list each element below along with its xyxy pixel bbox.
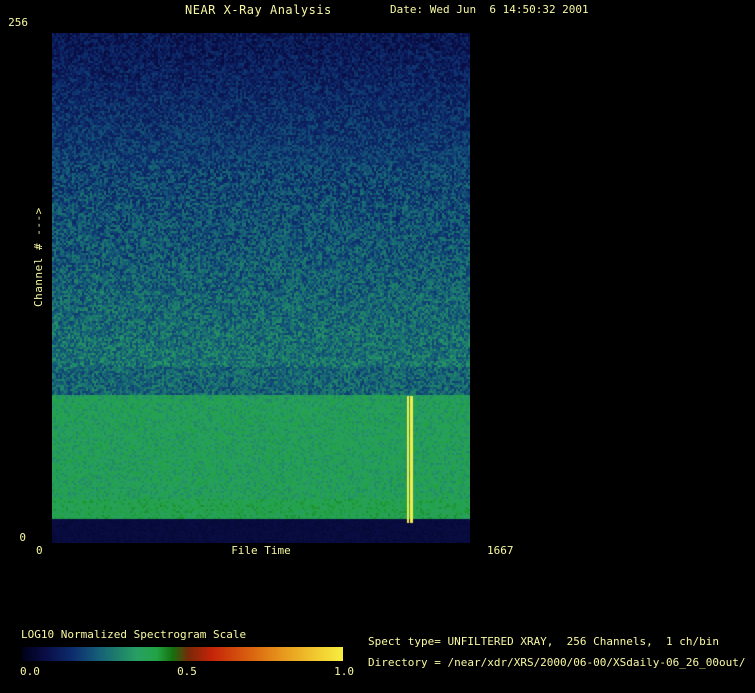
x-axis-tick-right: 1667 (487, 545, 514, 557)
y-axis-tick-bottom: 0 (0, 532, 26, 544)
app-window: NEAR X-Ray Analysis Date: Wed Jun 6 14:5… (0, 0, 755, 693)
x-axis-label: File Time (52, 545, 470, 557)
page-title: NEAR X-Ray Analysis (185, 4, 332, 16)
colorbar-tick-mid: 0.5 (177, 665, 197, 678)
date-label: Date: Wed Jun 6 14:50:32 2001 (390, 4, 589, 16)
colorbar-gradient (22, 647, 343, 661)
spectrogram-image (52, 33, 470, 543)
y-axis-label: Channel # ---> (33, 200, 47, 314)
x-axis-tick-left: 0 (36, 545, 43, 557)
colorbar-title: LOG10 Normalized Spectrogram Scale (21, 629, 246, 641)
colorbar-tick-min: 0.0 (20, 665, 40, 678)
colorbar-tick-max: 1.0 (334, 665, 354, 678)
directory-label: Directory = /near/xdr/XRS/2000/06-00/XSd… (368, 657, 746, 669)
spect-type-label: Spect type= UNFILTERED XRAY, 256 Channel… (368, 636, 719, 648)
y-axis-tick-top: 256 (0, 17, 28, 29)
colorbar-ticks: 0.0 0.5 1.0 (20, 665, 354, 678)
